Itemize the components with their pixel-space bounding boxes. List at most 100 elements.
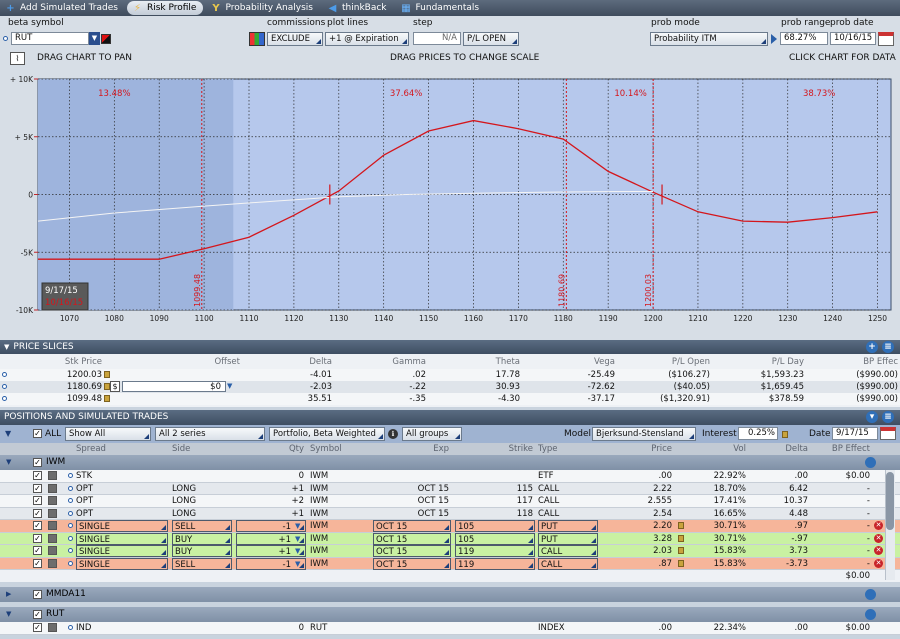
model-dropdown[interactable]: Bjerksund-Stensland [592, 427, 696, 441]
position-row[interactable]: ✓ SINGLE BUY +1 ▼ IWM OCT 15 105 PUT 3.28 30.71% -.… [0, 532, 900, 545]
row-checkbox[interactable]: ✓ [33, 546, 42, 555]
trade-strike-field[interactable]: 119 [455, 545, 535, 557]
row-radio-icon[interactable] [68, 523, 73, 528]
position-row[interactable]: ✓ STK 0 IWM ETF .00 22.92% .00 $0.00 [0, 470, 900, 483]
row-checkbox[interactable]: ✓ [33, 533, 42, 543]
position-row[interactable]: ✓ OPT LONG +1 IWM OCT 15 115 CALL 2.22 18.70% 6.42… [0, 482, 900, 495]
row-radio-icon[interactable] [2, 372, 7, 377]
qty-stepper-icon[interactable]: ▼ [295, 545, 300, 557]
interest-lock-icon[interactable] [782, 431, 788, 438]
trade-spread-field[interactable]: SINGLE [76, 545, 168, 557]
select-all-checkbox[interactable]: ✓ [33, 429, 42, 438]
prob-range-input[interactable]: 68.27% [780, 32, 828, 45]
date-calendar-icon[interactable] [880, 427, 896, 440]
delete-trade-icon[interactable]: ✕ [874, 546, 883, 555]
row-checkbox[interactable]: ✓ [33, 623, 42, 632]
row-checkbox[interactable]: ✓ [33, 496, 42, 505]
positions-scrollbar-thumb[interactable] [886, 472, 894, 530]
position-row[interactable]: ✓ OPT LONG +2 IWM OCT 15 117 CALL 2.555 17.41% 10.… [0, 495, 900, 508]
positions-menu-icon[interactable]: ≡ [882, 411, 894, 423]
chart-settings-icon[interactable]: ⌇ [10, 52, 25, 65]
offset-stepper-icon[interactable]: ▼ [227, 382, 236, 391]
trade-type-field[interactable]: PUT [538, 520, 598, 532]
row-checkbox[interactable]: ✓ [33, 508, 42, 518]
group-checkbox[interactable]: ✓ [33, 458, 42, 467]
position-row[interactable]: ✓ OPT LONG +1 IWM OCT 15 118 CALL 2.54 16.65% 4.48… [0, 507, 900, 520]
prob-range-arrow-icon[interactable] [771, 34, 777, 44]
group-expand-icon[interactable]: ▼ [6, 607, 11, 622]
price-lock-icon[interactable] [104, 383, 110, 390]
trade-strike-field[interactable]: 105 [455, 520, 535, 532]
trade-exp-field[interactable]: OCT 15 [373, 557, 451, 570]
group-settings-icon[interactable] [865, 457, 876, 468]
dollar-icon[interactable]: $ [110, 381, 120, 392]
trade-exp-field[interactable]: OCT 15 [373, 520, 451, 532]
tab-thinkback[interactable]: ◀ thinkBack [322, 1, 394, 15]
step-mode-dropdown[interactable]: P/L OPEN [463, 32, 519, 46]
price-slice-row[interactable]: 1200.03 -4.01 .02 17.78 -25.49 ($106.27) $1,59… [0, 369, 900, 381]
series-filter-dropdown[interactable]: All 2 series [155, 427, 265, 441]
group-settings-icon[interactable] [865, 589, 876, 600]
row-checkbox[interactable]: ✓ [33, 471, 42, 480]
info-icon[interactable]: ℹ [388, 429, 398, 439]
trade-strike-field[interactable]: 119 [455, 557, 535, 570]
group-checkbox[interactable]: ✓ [33, 610, 42, 619]
price-lock-icon[interactable] [678, 534, 684, 542]
position-row[interactable]: ✓ SINGLE BUY +1 ▼ IWM OCT 15 119 CALL 2.03 15.83% 3… [0, 545, 900, 558]
position-row[interactable]: ✓ IND 0 RUT INDEX .00 22.34% .00 $0.00 [0, 622, 900, 635]
trade-type-field[interactable]: PUT [538, 532, 598, 545]
trade-spread-field[interactable]: SINGLE [76, 520, 168, 532]
position-row[interactable]: ✓ SINGLE SELL -1 ▼ IWM OCT 15 105 PUT 2.20 30.71%.… [0, 520, 900, 533]
row-radio-icon[interactable] [68, 498, 73, 503]
beta-symbol-input[interactable]: RUT [11, 32, 89, 45]
price-slice-row[interactable]: 1099.48 35.51 -.35 -4.30 -37.17 ($1,320.91) $3… [0, 393, 900, 405]
trade-type-field[interactable]: CALL [538, 545, 598, 557]
trade-side-field[interactable]: BUY [172, 532, 232, 545]
delete-trade-icon[interactable]: ✕ [874, 533, 883, 543]
step-input[interactable]: N/A [413, 32, 461, 45]
risk-profile-plot[interactable]: 1070 1080 1090 1100 1110 1120 1130 1140 1150 1160… [0, 67, 900, 340]
qty-stepper-icon[interactable]: ▼ [295, 533, 300, 545]
collapse-all-icon[interactable]: ▾ [866, 411, 878, 423]
commissions-grid-icon[interactable] [249, 32, 265, 46]
row-radio-icon[interactable] [68, 625, 73, 630]
trade-spread-field[interactable]: SINGLE [76, 557, 168, 570]
calendar-icon[interactable] [878, 32, 894, 46]
row-checkbox[interactable]: ✓ [33, 521, 42, 530]
plot-lines-dropdown[interactable]: +1 @ Expiration [325, 32, 409, 46]
date-input[interactable]: 9/17/15 [832, 427, 878, 440]
row-radio-icon[interactable] [68, 548, 73, 553]
row-checkbox[interactable]: ✓ [33, 558, 42, 568]
symbol-link-icon[interactable] [101, 34, 111, 44]
row-radio-icon[interactable] [2, 396, 7, 401]
group-checkbox[interactable]: ✓ [33, 590, 42, 599]
tab-fundamentals[interactable]: ▦ Fundamentals [396, 1, 487, 15]
group-settings-icon[interactable] [865, 609, 876, 620]
trade-type-field[interactable]: CALL [538, 557, 598, 570]
qty-stepper-icon[interactable]: ▼ [295, 558, 300, 570]
row-radio-icon[interactable] [68, 473, 73, 478]
position-row[interactable]: ✓ SINGLE SELL -1 ▼ IWM OCT 15 119 CALL .87 15.83% -… [0, 557, 900, 570]
offset-input[interactable]: $0 [122, 381, 226, 392]
row-radio-icon[interactable] [68, 485, 73, 491]
price-lock-icon[interactable] [678, 547, 684, 554]
tab-risk-profile[interactable]: ⚡ Risk Profile [126, 1, 204, 15]
price-lock-icon[interactable] [104, 395, 110, 402]
portfolio-filter-dropdown[interactable]: Portfolio, Beta Weighted [269, 427, 385, 441]
trade-strike-field[interactable]: 105 [455, 532, 535, 545]
trade-exp-field[interactable]: OCT 15 [373, 532, 451, 545]
trade-side-field[interactable]: BUY [172, 545, 232, 557]
row-checkbox[interactable]: ✓ [33, 483, 42, 493]
group-row-rut[interactable]: ▼ ✓ RUT [0, 607, 900, 622]
prob-date-input[interactable]: 10/16/15 [830, 32, 876, 45]
price-lock-icon[interactable] [678, 522, 684, 529]
expand-all-icon[interactable]: ▼ [5, 429, 11, 438]
group-row-iwm[interactable]: ▼ ✓ IWM [0, 455, 900, 470]
slice-menu-icon[interactable]: ≡ [882, 341, 894, 353]
delete-trade-icon[interactable]: ✕ [874, 558, 883, 568]
row-radio-icon[interactable] [68, 510, 73, 516]
price-lock-icon[interactable] [678, 559, 684, 567]
interest-input[interactable]: 0.25% [738, 427, 778, 440]
beta-symbol-dropdown-icon[interactable]: ▼ [89, 32, 100, 45]
show-filter-dropdown[interactable]: Show All [65, 427, 151, 441]
